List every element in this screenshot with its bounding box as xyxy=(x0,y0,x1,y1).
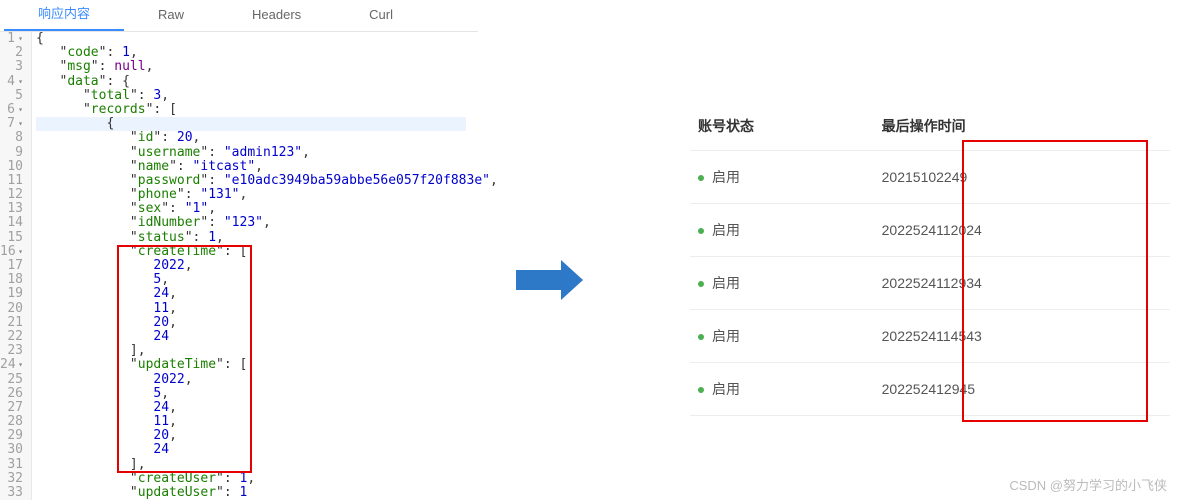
tab-response-body[interactable]: 响应内容 xyxy=(4,0,124,31)
result-table: 账号状态 最后操作时间 启用 20215102249 启用 2022524112… xyxy=(690,100,1170,416)
tab-headers[interactable]: Headers xyxy=(218,1,335,31)
tab-raw[interactable]: Raw xyxy=(124,1,218,31)
table-row: 启用 2022524112024 xyxy=(690,204,1170,257)
col-header-status: 账号状态 xyxy=(690,100,874,151)
result-table-panel: 账号状态 最后操作时间 启用 20215102249 启用 2022524112… xyxy=(690,100,1170,416)
code-content[interactable]: { "code": 1, "msg": null, "data": { "tot… xyxy=(32,32,498,500)
status-text: 启用 xyxy=(712,328,740,344)
lastop-cell: 20215102249 xyxy=(874,151,1170,204)
lastop-cell: 2022524112934 xyxy=(874,257,1170,310)
col-header-lastop: 最后操作时间 xyxy=(874,100,1170,151)
json-viewer: 1▾ 2 3 4▾ 5 6▾ 7▾ 8 9 10 11 12 13 14 15 … xyxy=(0,32,478,500)
table-row: 启用 20215102249 xyxy=(690,151,1170,204)
response-panel: 响应内容 Raw Headers Curl 1▾ 2 3 4▾ 5 6▾ 7▾ … xyxy=(0,0,478,500)
csdn-watermark: CSDN @努力学习的小飞侠 xyxy=(1009,475,1167,494)
line-number-gutter: 1▾ 2 3 4▾ 5 6▾ 7▾ 8 9 10 11 12 13 14 15 … xyxy=(0,32,32,500)
tab-curl[interactable]: Curl xyxy=(335,1,427,31)
status-dot-icon xyxy=(698,228,704,234)
lastop-cell: 2022524114543 xyxy=(874,310,1170,363)
arrow-icon xyxy=(516,260,583,300)
status-dot-icon xyxy=(698,281,704,287)
status-text: 启用 xyxy=(712,381,740,397)
status-text: 启用 xyxy=(712,169,740,185)
lastop-cell: 2022524112024 xyxy=(874,204,1170,257)
status-text: 启用 xyxy=(712,222,740,238)
table-row: 启用 202252412945 xyxy=(690,363,1170,416)
lastop-cell: 202252412945 xyxy=(874,363,1170,416)
table-row: 启用 2022524112934 xyxy=(690,257,1170,310)
status-dot-icon xyxy=(698,334,704,340)
table-row: 启用 2022524114543 xyxy=(690,310,1170,363)
status-dot-icon xyxy=(698,387,704,393)
status-text: 启用 xyxy=(712,275,740,291)
status-dot-icon xyxy=(698,175,704,181)
response-tabs: 响应内容 Raw Headers Curl xyxy=(0,0,478,32)
